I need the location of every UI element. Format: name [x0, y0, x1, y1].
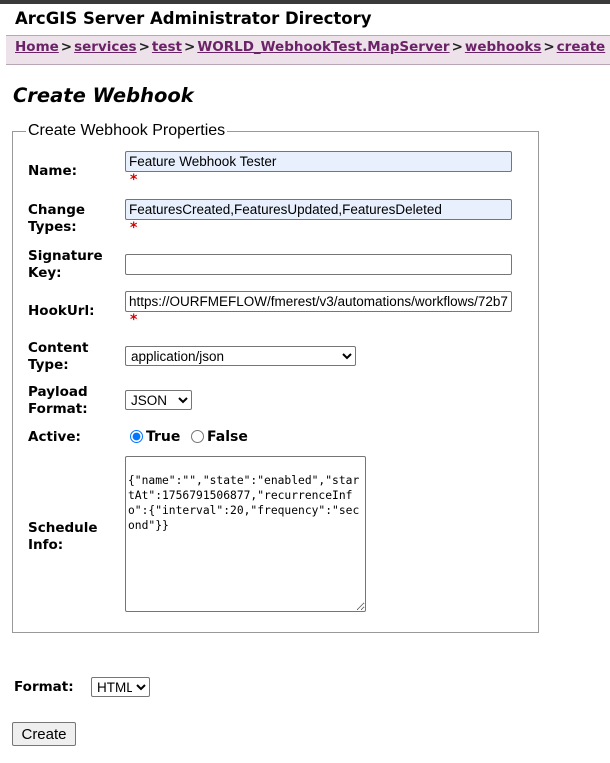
name-label: Name:	[28, 163, 78, 179]
breadcrumb-mapserver-link[interactable]: WORLD_WebhookTest.MapServer	[197, 39, 449, 55]
fieldset-legend: Create Webhook Properties	[28, 122, 226, 139]
breadcrumb-separator: >	[60, 39, 73, 55]
active-false-label: False	[207, 429, 248, 445]
content-type-label-line1: Content	[28, 340, 89, 356]
payload-format-label: Payload Format:	[28, 384, 88, 418]
schedule-info-textarea[interactable]: {"name":"","state":"enabled","startAt":1…	[125, 456, 366, 612]
breadcrumb-create-link[interactable]: create	[557, 39, 606, 55]
breadcrumb-home-link[interactable]: Home	[15, 39, 59, 55]
hook-url-label: HookUrl:	[28, 303, 95, 319]
schedule-info-label-line2: Info:	[28, 537, 64, 553]
content-type-label-line2: Type:	[28, 357, 69, 373]
content-type-label: Content Type:	[28, 340, 88, 374]
signature-key-label-line1: Signature	[28, 248, 103, 264]
breadcrumb: Home > services > test > WORLD_WebhookTest.Map…	[6, 35, 610, 65]
breadcrumb-separator: >	[138, 39, 150, 55]
signature-key-input[interactable]	[125, 254, 512, 275]
format-label: Format:	[14, 679, 74, 695]
required-asterisk: *	[130, 312, 138, 328]
top-bar	[0, 0, 610, 4]
schedule-info-label: Schedule Info:	[28, 520, 98, 554]
app-title: ArcGIS Server Administrator Directory	[15, 9, 372, 28]
content-type-select[interactable]: application/json	[125, 346, 356, 366]
payload-format-label-line1: Payload	[28, 384, 88, 400]
change-types-input[interactable]	[125, 199, 512, 220]
change-types-label-line2: Types:	[28, 219, 77, 235]
signature-key-label: Signature Key:	[28, 248, 103, 282]
required-asterisk: *	[130, 172, 138, 188]
change-types-label: Change Types:	[28, 202, 85, 236]
active-false-radio[interactable]	[191, 430, 204, 443]
name-input[interactable]	[125, 151, 512, 172]
active-label: Active:	[28, 429, 81, 445]
payload-format-select[interactable]: JSON	[125, 390, 192, 410]
breadcrumb-separator: >	[451, 39, 463, 55]
breadcrumb-separator: >	[184, 39, 196, 55]
breadcrumb-services-link[interactable]: services	[74, 39, 136, 55]
active-true-label: True	[146, 429, 181, 445]
breadcrumb-separator: >	[543, 39, 555, 55]
create-button[interactable]: Create	[12, 722, 76, 746]
active-false-option[interactable]: False	[191, 429, 248, 445]
breadcrumb-webhooks-link[interactable]: webhooks	[465, 39, 541, 55]
payload-format-label-line2: Format:	[28, 401, 88, 417]
signature-key-label-line2: Key:	[28, 265, 62, 281]
page-title: Create Webhook	[13, 84, 194, 107]
schedule-info-label-line1: Schedule	[28, 520, 98, 536]
breadcrumb-test-link[interactable]: test	[152, 39, 182, 55]
change-types-label-line1: Change	[28, 202, 86, 218]
hook-url-input[interactable]	[125, 291, 512, 312]
active-true-radio[interactable]	[130, 430, 143, 443]
format-select[interactable]: HTML	[91, 677, 150, 697]
active-true-option[interactable]: True	[130, 429, 180, 445]
required-asterisk: *	[130, 220, 138, 236]
